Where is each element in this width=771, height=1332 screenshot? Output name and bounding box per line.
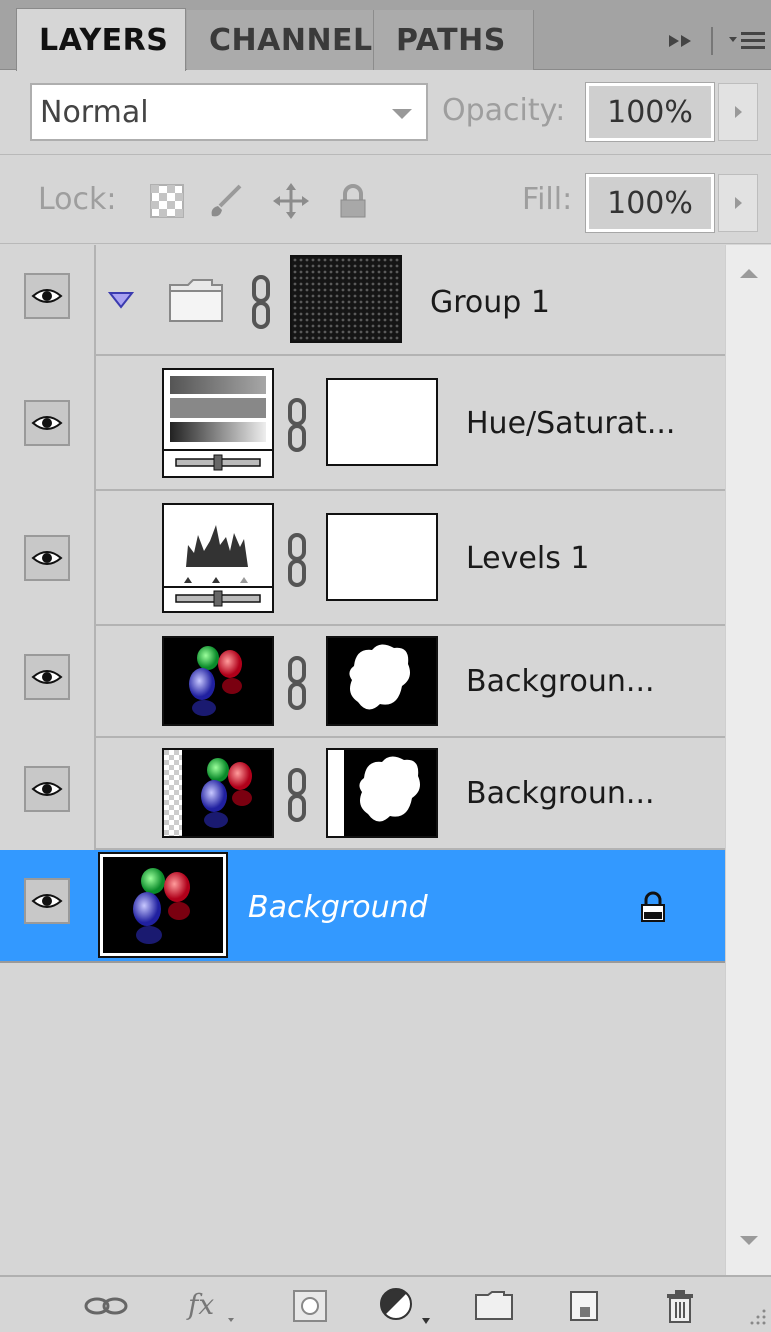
new-layer-icon[interactable] bbox=[566, 1287, 602, 1325]
fill-label: Fill: bbox=[522, 182, 573, 217]
tab-channels[interactable]: CHANNEL bbox=[187, 10, 374, 70]
tab-layers[interactable]: LAYERS bbox=[16, 8, 186, 71]
trash-icon[interactable] bbox=[662, 1287, 698, 1325]
layers-scrollbar[interactable] bbox=[725, 245, 771, 1275]
blend-mode-select[interactable]: Normal bbox=[30, 83, 428, 141]
transparency-lock-icon[interactable] bbox=[148, 182, 186, 220]
layer-divider bbox=[0, 961, 725, 963]
levels-adjustment-icon[interactable] bbox=[162, 503, 274, 613]
padlock-icon[interactable] bbox=[334, 182, 372, 220]
layer-mask-thumbnail[interactable] bbox=[326, 378, 438, 466]
layer-row-background-copy-2[interactable]: Backgroun... bbox=[0, 738, 725, 850]
fx-icon[interactable]: fx bbox=[184, 1287, 244, 1325]
layer-row-hue-saturation[interactable]: Hue/Saturat... bbox=[0, 356, 725, 491]
layers-footer-toolbar: fx bbox=[0, 1275, 771, 1332]
fill-field[interactable]: 100% bbox=[585, 173, 715, 233]
mask-link-icon[interactable] bbox=[286, 396, 308, 454]
chevron-down-icon bbox=[392, 109, 412, 119]
layer-name: Group 1 bbox=[430, 285, 550, 320]
lock-icon bbox=[641, 891, 665, 922]
opacity-field[interactable]: 100% bbox=[585, 82, 715, 142]
link-layers-icon[interactable] bbox=[80, 1287, 132, 1325]
mask-link-icon[interactable] bbox=[286, 531, 308, 589]
eye-icon[interactable] bbox=[24, 535, 70, 581]
eye-icon[interactable] bbox=[24, 400, 70, 446]
layer-row-group-1[interactable]: Group 1 bbox=[0, 245, 725, 356]
layer-mask-thumbnail[interactable] bbox=[326, 636, 438, 726]
tab-paths-label: PATHS bbox=[396, 22, 506, 58]
layer-name: Hue/Saturat... bbox=[466, 406, 676, 441]
collapse-panel-icon[interactable] bbox=[667, 31, 697, 51]
layer-mask-thumbnail[interactable] bbox=[326, 748, 438, 838]
layer-image-thumbnail[interactable] bbox=[98, 852, 228, 958]
layers-list: Group 1 Hue/Saturat... Levels 1 Backgrou… bbox=[0, 245, 725, 1275]
brush-lock-icon[interactable] bbox=[206, 182, 244, 220]
lock-label: Lock: bbox=[38, 182, 117, 217]
layer-row-background-copy[interactable]: Backgroun... bbox=[0, 626, 725, 738]
layer-row-background[interactable]: Background bbox=[0, 850, 725, 963]
opacity-label: Opacity: bbox=[442, 93, 566, 128]
eye-icon[interactable] bbox=[24, 878, 70, 924]
layer-image-thumbnail[interactable] bbox=[162, 636, 274, 726]
new-group-icon[interactable] bbox=[472, 1287, 516, 1325]
layer-row-levels-1[interactable]: Levels 1 bbox=[0, 491, 725, 626]
blend-mode-value: Normal bbox=[40, 94, 149, 130]
eye-icon[interactable] bbox=[24, 766, 70, 812]
group-mask-thumbnail[interactable] bbox=[290, 255, 402, 343]
eye-icon[interactable] bbox=[24, 654, 70, 700]
fill-value: 100% bbox=[607, 185, 693, 221]
mask-link-icon[interactable] bbox=[286, 654, 308, 712]
resize-grip-icon[interactable] bbox=[748, 1307, 768, 1327]
tab-layers-label: LAYERS bbox=[39, 22, 169, 58]
layer-mask-thumbnail[interactable] bbox=[326, 513, 438, 601]
layer-name: Background bbox=[248, 890, 428, 925]
mask-link-icon[interactable] bbox=[250, 273, 272, 331]
eye-icon[interactable] bbox=[24, 273, 70, 319]
scroll-down-arrow-icon[interactable] bbox=[740, 1236, 758, 1245]
expand-triangle-icon[interactable] bbox=[108, 291, 134, 309]
blend-options-row: Normal Opacity: 100% bbox=[0, 71, 771, 155]
panel-menu-icon[interactable] bbox=[727, 29, 767, 53]
lock-options-row: Lock: Fill: 100% bbox=[0, 156, 771, 244]
scroll-up-arrow-icon[interactable] bbox=[740, 269, 758, 278]
layer-image-thumbnail[interactable] bbox=[162, 748, 274, 838]
add-mask-icon[interactable] bbox=[290, 1287, 330, 1325]
hue-saturation-adjustment-icon[interactable] bbox=[162, 368, 274, 478]
panel-controls bbox=[667, 24, 771, 58]
tab-paths[interactable]: PATHS bbox=[374, 10, 534, 70]
fill-slider-button[interactable] bbox=[718, 174, 758, 232]
layer-name: Levels 1 bbox=[466, 541, 590, 576]
folder-icon bbox=[169, 279, 223, 322]
panel-tab-bar: LAYERS CHANNEL PATHS bbox=[0, 0, 771, 71]
layer-name: Backgroun... bbox=[466, 776, 655, 811]
opacity-slider-button[interactable] bbox=[718, 83, 758, 141]
svg-text:fx: fx bbox=[186, 1288, 214, 1321]
tab-channels-label: CHANNEL bbox=[209, 22, 373, 58]
move-lock-icon[interactable] bbox=[272, 182, 310, 220]
mask-link-icon[interactable] bbox=[286, 766, 308, 824]
panel-controls-separator bbox=[711, 27, 713, 55]
layer-name: Backgroun... bbox=[466, 664, 655, 699]
opacity-value: 100% bbox=[607, 94, 693, 130]
adjustment-layer-icon[interactable] bbox=[378, 1287, 438, 1325]
